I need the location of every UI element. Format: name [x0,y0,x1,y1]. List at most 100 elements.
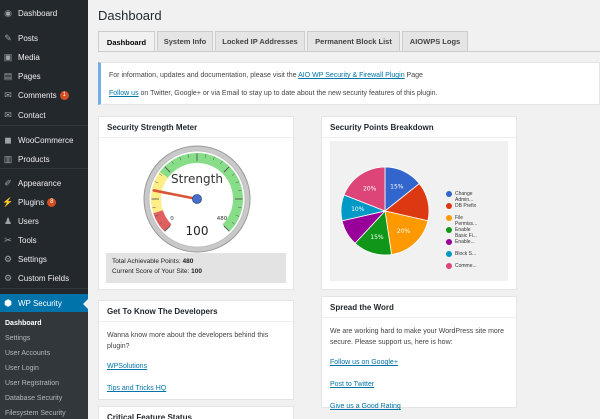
mail-icon: ✉ [4,110,12,120]
pie-slice-label: 15% [390,183,404,190]
legend-swatch [446,227,452,233]
sidebar-item-label: Appearance [18,179,62,188]
submenu-item-database-security[interactable]: Database Security [0,391,88,406]
pie-slice-label: 20% [363,185,377,192]
gauge-label: Strength [171,172,223,186]
tab-locked-ip-addresses[interactable]: Locked IP Addresses [215,31,305,51]
sidebar-item-label: Pages [18,72,41,81]
gauge-min-label: 0 [170,216,174,222]
pie-legend: Change Admin... DB Prefix File Permiss... E… [446,191,479,275]
legend-swatch [446,239,452,245]
sidebar-item-posts[interactable]: ✎ Posts [0,29,88,48]
brush-icon: ✐ [4,178,12,188]
info-notice: For information, updates and documentati… [98,62,600,105]
pin-icon: ✎ [4,33,12,43]
sidebar-item-label: Contact [18,111,46,120]
strength-gauge: Strength 0 480 100 [143,145,251,253]
products-icon: ▥ [3,154,13,164]
info-text-1: For information, updates and documentati… [109,72,299,79]
sidebar-item-settings[interactable]: ⚙ Settings [0,250,88,269]
submenu-item-settings[interactable]: Settings [0,331,88,346]
submenu-item-user-accounts[interactable]: User Accounts [0,346,88,361]
woocommerce-icon: ◼ [4,135,12,145]
sidebar-item-label: Posts [18,34,39,43]
submenu-item-filesystem-security[interactable]: Filesystem Security [0,406,88,419]
admin-sidebar: ◉ Dashboard ✎ Posts ▣ Media ▤ Pages ✉ Comments 1 ✉ C… [0,0,88,419]
sidebar-item-woocommerce[interactable]: ◼ WooCommerce [0,131,88,150]
pie-slice-label: 10% [351,206,365,213]
legend-label: File Permiss... [455,215,478,227]
comment-icon: ✉ [4,90,12,100]
submenu-item-dashboard[interactable]: Dashboard [0,316,88,331]
legend-swatch [446,203,452,209]
tab-permanent-block-list[interactable]: Permanent Block List [307,31,400,51]
legend-item: Block S... [446,251,479,263]
sidebar-item-plugins[interactable]: ⚡ Plugins 8 [0,193,88,212]
legend-swatch [446,215,452,221]
wrench-icon: ✂ [4,235,12,245]
tab-aiowps-logs[interactable]: AIOWPS Logs [402,31,468,51]
pie-chart: 15% 20% 15% 10% 20% [340,166,430,256]
spread-the-word-box: Spread the Word We are working hard to m… [321,296,517,410]
sidebar-item-pages[interactable]: ▤ Pages [0,67,88,86]
sidebar-item-label: Products [18,155,50,164]
developers-text: Wanna know more about the developers beh… [107,332,269,350]
pie-chart-area: 15% 20% 15% 10% 20% Change Admin... DB Prefix… [330,141,508,281]
sidebar-item-label: Custom Fields [18,274,70,283]
sidebar-item-users[interactable]: ♟ Users [0,212,88,231]
wp-security-submenu: Dashboard Settings User Accounts User Login… [0,312,88,419]
plugin-page-link[interactable]: AIO WP Security & Firewall Plugin [298,72,404,79]
legend-label: Change Admin... [455,191,474,203]
sidebar-item-appearance[interactable]: ✐ Appearance [0,174,88,193]
sidebar-item-label: Dashboard [18,9,58,18]
sidebar-item-custom-fields[interactable]: ⚙ Custom Fields [0,269,88,288]
legend-label: Comme... [455,263,477,269]
sidebar-item-label: Plugins [18,198,45,207]
give-rating-link[interactable]: Give us a Good Rating [330,401,508,412]
legend-item: DB Prefix [446,203,479,215]
gauge-value: 100 [186,224,209,238]
legend-swatch [446,191,452,197]
developers-title: Get To Know The Developers [99,301,293,322]
pie-slice-label: 20% [397,228,411,235]
current-score-value: 100 [191,268,202,275]
notification-badge: 1 [59,91,69,100]
developers-box: Get To Know The Developers Wanna know mo… [98,300,294,400]
tips-and-tricks-link[interactable]: Tips and Tricks HQ [107,383,285,394]
submenu-item-user-registration[interactable]: User Registration [0,376,88,391]
post-to-twitter-link[interactable]: Post to Twitter [330,379,508,390]
follow-us-link[interactable]: Follow us [109,90,139,97]
security-points-breakdown-box: Security Points Breakdown 15% 20% 15% 10% 20… [321,116,517,290]
legend-item: Enable... [446,239,479,251]
tab-system-info[interactable]: System Info [157,31,213,51]
sidebar-item-wp-security[interactable]: ⬢ WP Security [0,294,88,313]
notification-badge: 8 [47,198,57,207]
sidebar-item-contact[interactable]: ✉ Contact [0,106,88,125]
sidebar-item-label: Settings [18,255,47,264]
total-points-value: 480 [182,258,194,265]
info-line-2: Follow us on Twitter, Google+ or via Ema… [109,88,591,99]
plugin-icon: ⚡ [2,197,14,207]
sidebar-item-label: Comments [18,91,57,100]
tab-dashboard[interactable]: Dashboard [98,31,155,52]
info-text-1-end: Page [404,72,423,79]
sidebar-item-tools[interactable]: ✂ Tools [0,231,88,250]
google-plus-link[interactable]: Follow us on Google+ [330,357,508,368]
shield-icon: ⬢ [4,298,12,308]
sidebar-item-products[interactable]: ▥ Products [0,150,88,169]
pie-slice-label: 15% [370,234,384,241]
sidebar-item-dashboard[interactable]: ◉ Dashboard [0,4,88,23]
sidebar-item-label: Media [18,53,40,62]
sidebar-item-label: Tools [18,236,37,245]
gear-icon: ⚙ [3,273,13,283]
active-menu-arrow [83,299,88,309]
media-icon: ▣ [3,52,13,62]
legend-swatch [446,263,452,269]
sidebar-item-comments[interactable]: ✉ Comments 1 [0,86,88,105]
sidebar-item-label: WooCommerce [18,136,74,145]
submenu-item-user-login[interactable]: User Login [0,361,88,376]
total-points-label: Total Achievable Points: [112,258,183,265]
sidebar-item-media[interactable]: ▣ Media [0,48,88,67]
wpsolutions-link[interactable]: WPSolutions [107,361,285,372]
critical-feature-status-box: Critical Feature Status [98,406,294,419]
